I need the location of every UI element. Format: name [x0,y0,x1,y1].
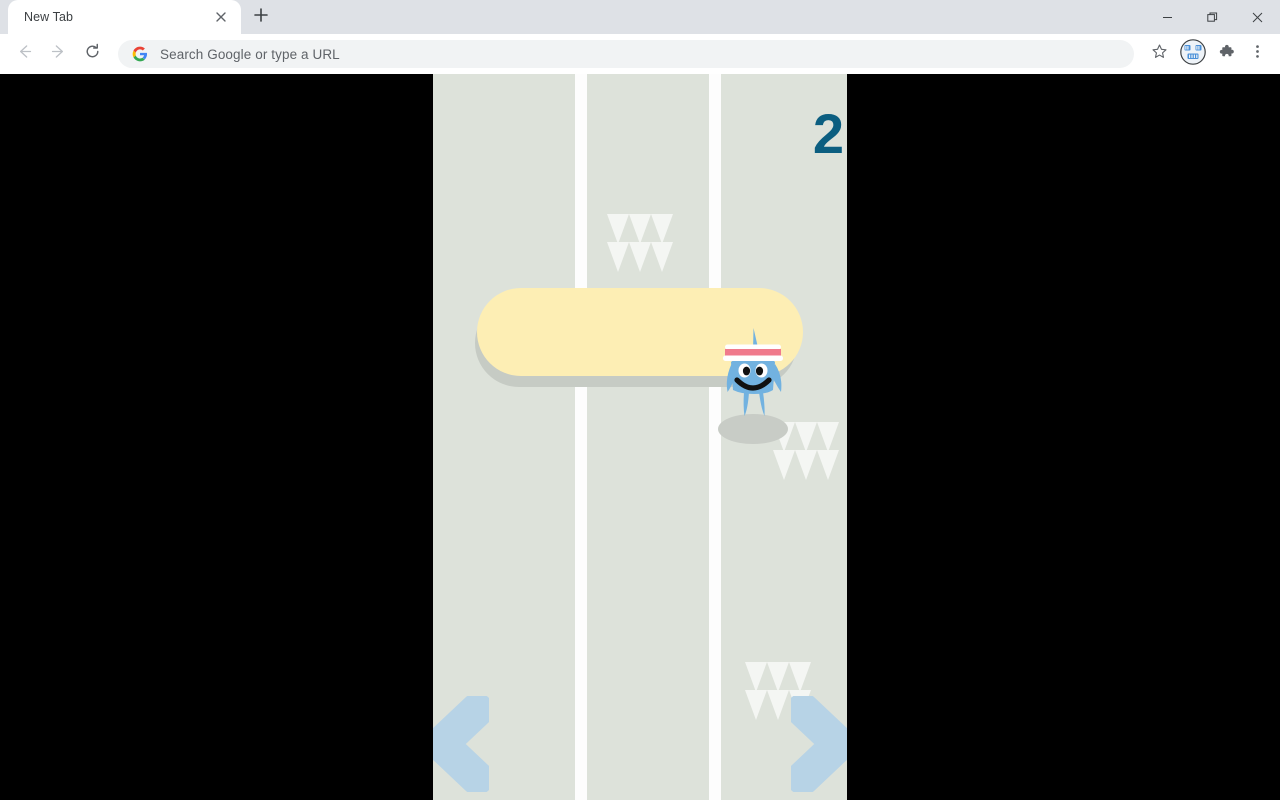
reload-button[interactable] [76,38,108,70]
browser-window: New Tab Search Google or type a URL 2 [0,0,1280,800]
toolbar-actions [1142,38,1272,70]
browser-tab[interactable]: New Tab [8,0,241,34]
search-input[interactable]: Search Google or type a URL [160,47,340,62]
reload-icon [84,43,101,65]
window-controls [1145,0,1280,34]
bookmark-star-button[interactable] [1144,39,1174,69]
address-bar[interactable]: Search Google or type a URL [118,40,1134,68]
plus-icon [254,7,268,27]
three-dot-menu-icon [1249,43,1266,65]
puzzle-piece-icon [1217,43,1234,65]
chevron-left-icon [433,696,489,792]
page-content: 2 [0,74,1280,800]
wheat-decoration [607,214,673,272]
browser-toolbar: Search Google or type a URL [0,34,1280,74]
extensions-button[interactable] [1210,39,1240,69]
tab-strip: New Tab [0,0,1280,34]
tab-title: New Tab [24,10,74,24]
lane-divider [575,74,587,800]
close-button[interactable] [1235,0,1280,34]
move-right-arrow[interactable] [791,696,847,792]
star-icon [1151,43,1168,65]
avatar-icon [1180,38,1206,70]
game-stage[interactable]: 2 [433,74,847,800]
profile-avatar-button[interactable] [1178,38,1208,70]
forward-button[interactable] [42,38,74,70]
minimize-button[interactable] [1145,0,1190,34]
chrome-menu-button[interactable] [1242,39,1272,69]
move-left-arrow[interactable] [433,696,489,792]
google-g-icon [132,46,148,62]
score-display: 2 [812,102,844,165]
back-button[interactable] [8,38,40,70]
maximize-button[interactable] [1190,0,1235,34]
arrow-left-icon [16,43,33,65]
arrow-right-icon [50,43,67,65]
new-tab-button[interactable] [247,3,275,31]
star-character [718,316,815,450]
chevron-right-icon [791,696,847,792]
tab-close-icon[interactable] [211,7,231,27]
